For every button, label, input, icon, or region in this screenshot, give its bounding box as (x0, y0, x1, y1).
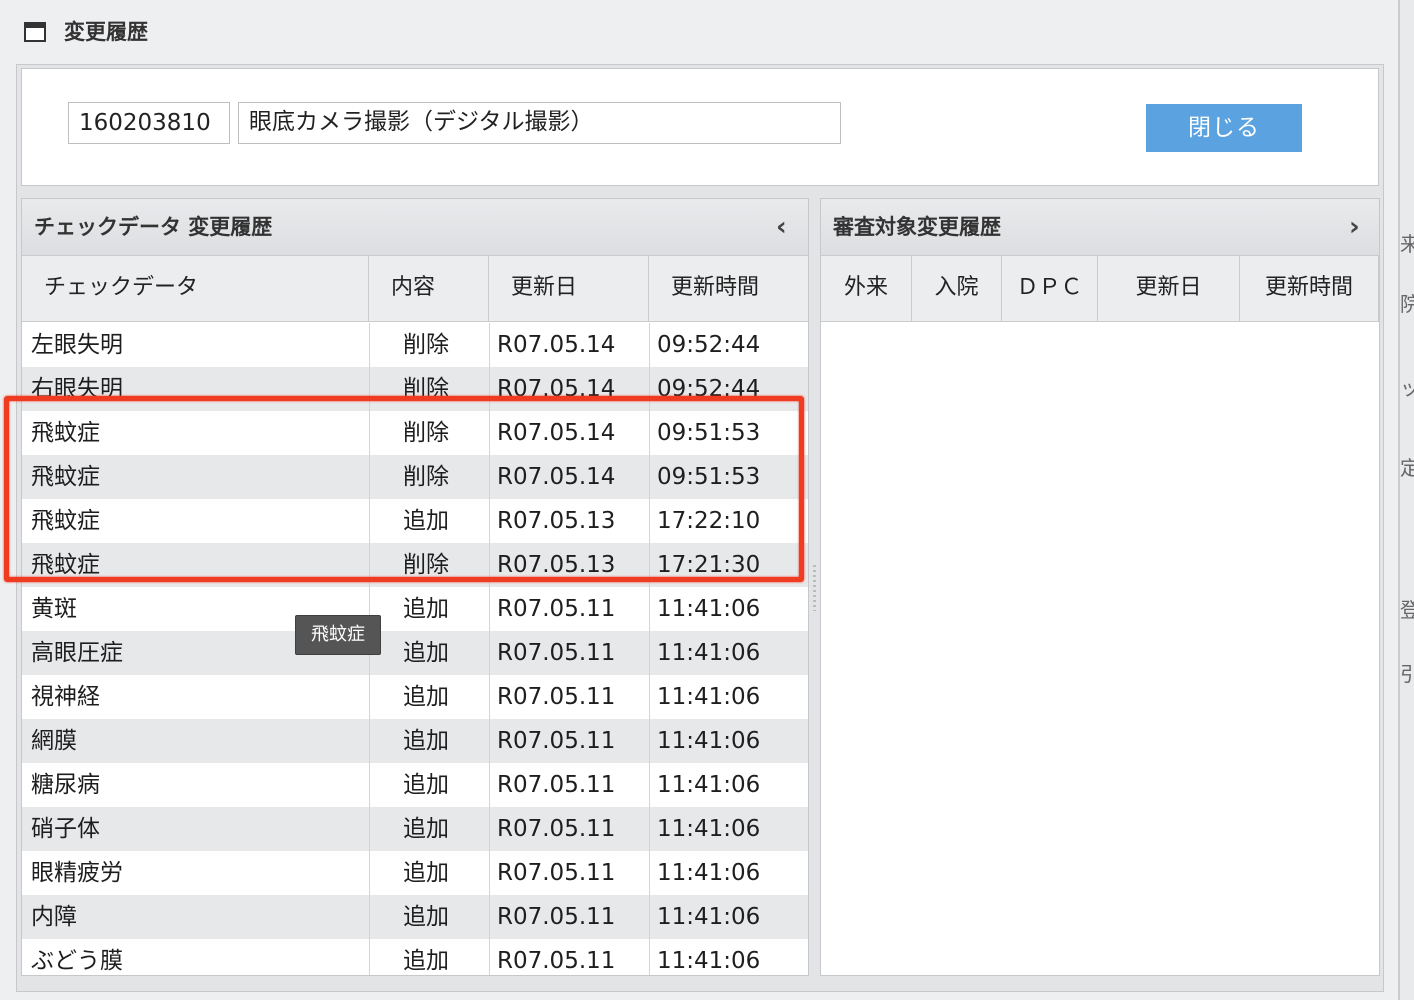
column-header-check-data[interactable]: チェックデータ (22, 256, 369, 322)
cell-kind: 追加 (403, 640, 449, 666)
cell-time: 11:41:06 (657, 596, 761, 622)
cell-date: R07.05.11 (497, 904, 616, 930)
cell-time: 11:41:06 (657, 640, 761, 666)
cell-name: 硝子体 (31, 816, 100, 842)
cell-name: 網膜 (31, 728, 77, 754)
column-header-inpatient[interactable]: 入院 (912, 256, 1002, 322)
cell-kind: 追加 (403, 816, 449, 842)
table-row[interactable]: 高眼圧症 追加 R07.05.11 11:41:06 (22, 631, 808, 675)
table-row[interactable]: 眼精疲労 追加 R07.05.11 11:41:06 (22, 851, 808, 895)
cell-time: 11:41:06 (657, 904, 761, 930)
cell-name: ぶどう膜 (31, 948, 123, 974)
cell-name: 視神経 (31, 684, 100, 710)
table-row[interactable]: ぶどう膜 追加 R07.05.11 11:41:06 (22, 939, 808, 975)
column-header-dpc[interactable]: ＤＰＣ (1002, 256, 1098, 322)
column-header-content[interactable]: 内容 (369, 256, 489, 322)
cell-name: 高眼圧症 (31, 640, 123, 666)
panel-title: 審査対象変更履歴 (833, 215, 1001, 239)
cell-kind: 追加 (403, 772, 449, 798)
cell-date: R07.05.11 (497, 948, 616, 974)
cell-time: 09:52:44 (657, 332, 761, 358)
edge-fragment: 定 (1400, 456, 1414, 480)
cell-kind: 追加 (403, 684, 449, 710)
review-target-history-panel: 審査対象変更履歴 › 外来 入院 ＤＰＣ 更新日 更新時間 (820, 198, 1380, 976)
change-history-dialog: 変更履歴 160203810 眼底カメラ撮影（デジタル撮影） 閉じる チェックデ… (0, 0, 1400, 1000)
panel-title: チェックデータ 変更履歴 (34, 215, 273, 239)
cell-name: 糖尿病 (31, 772, 100, 798)
cell-date: R07.05.14 (497, 332, 616, 358)
cell-date: R07.05.11 (497, 772, 616, 798)
title-bar: 変更履歴 (0, 0, 1398, 60)
close-button[interactable]: 閉じる (1146, 104, 1302, 152)
column-header-outpatient[interactable]: 外来 (821, 256, 912, 322)
edge-fragment: 来 (1400, 232, 1414, 256)
edge-fragment: ッ (1400, 376, 1414, 400)
panel-splitter[interactable] (813, 565, 816, 611)
column-header-update-date[interactable]: 更新日 (1098, 256, 1240, 322)
edge-fragment: 院 (1400, 292, 1414, 316)
edge-fragment: 登 (1400, 598, 1414, 622)
check-data-history-panel: チェックデータ 変更履歴 ‹ チェックデータ 内容 更新日 更新時間 左眼失明 削… (21, 198, 809, 976)
cell-name: 左眼失明 (31, 332, 123, 358)
panel-header: 審査対象変更履歴 › (821, 199, 1379, 256)
cell-kind: 追加 (403, 860, 449, 886)
column-header-update-time[interactable]: 更新時間 (1240, 256, 1379, 322)
cell-time: 11:41:06 (657, 772, 761, 798)
cell-kind: 追加 (403, 596, 449, 622)
chevron-right-icon[interactable]: › (1349, 213, 1360, 241)
cell-time: 11:41:06 (657, 948, 761, 974)
dialog-title: 変更履歴 (64, 20, 148, 44)
cell-kind: 追加 (403, 904, 449, 930)
cell-kind: 追加 (403, 728, 449, 754)
cell-name: 眼精疲労 (31, 860, 123, 886)
cell-name: 黄斑 (31, 596, 77, 622)
cell-date: R07.05.11 (497, 860, 616, 886)
cell-name: 内障 (31, 904, 77, 930)
edge-fragment: 引 (1400, 662, 1414, 686)
table-row[interactable]: 糖尿病 追加 R07.05.11 11:41:06 (22, 763, 808, 807)
table-row[interactable]: 網膜 追加 R07.05.11 11:41:06 (22, 719, 808, 763)
cell-time: 11:41:06 (657, 684, 761, 710)
cell-time: 11:41:06 (657, 728, 761, 754)
item-name-field[interactable]: 眼底カメラ撮影（デジタル撮影） (238, 102, 841, 144)
window-icon (24, 22, 46, 42)
column-header-update-date[interactable]: 更新日 (489, 256, 649, 322)
cell-kind: 削除 (403, 332, 449, 358)
panel-header: チェックデータ 変更履歴 ‹ (22, 199, 808, 256)
cell-date: R07.05.11 (497, 640, 616, 666)
cell-date: R07.05.11 (497, 684, 616, 710)
cell-kind: 追加 (403, 948, 449, 974)
table-row[interactable]: 左眼失明 削除 R07.05.14 09:52:44 (22, 323, 808, 367)
table-row[interactable]: 硝子体 追加 R07.05.11 11:41:06 (22, 807, 808, 851)
cell-date: R07.05.11 (497, 728, 616, 754)
tooltip: 飛蚊症 (295, 615, 381, 655)
table-row[interactable]: 内障 追加 R07.05.11 11:41:06 (22, 895, 808, 939)
table-row[interactable]: 黄斑 追加 R07.05.11 11:41:06 (22, 587, 808, 631)
table-row[interactable]: 視神経 追加 R07.05.11 11:41:06 (22, 675, 808, 719)
cell-time: 11:41:06 (657, 816, 761, 842)
column-header-update-time[interactable]: 更新時間 (649, 256, 808, 322)
annotation-highlight-box (4, 396, 804, 582)
cell-date: R07.05.11 (497, 816, 616, 842)
item-code-field[interactable]: 160203810 (68, 102, 230, 144)
cell-date: R07.05.11 (497, 596, 616, 622)
cell-time: 11:41:06 (657, 860, 761, 886)
chevron-left-icon[interactable]: ‹ (776, 213, 787, 241)
